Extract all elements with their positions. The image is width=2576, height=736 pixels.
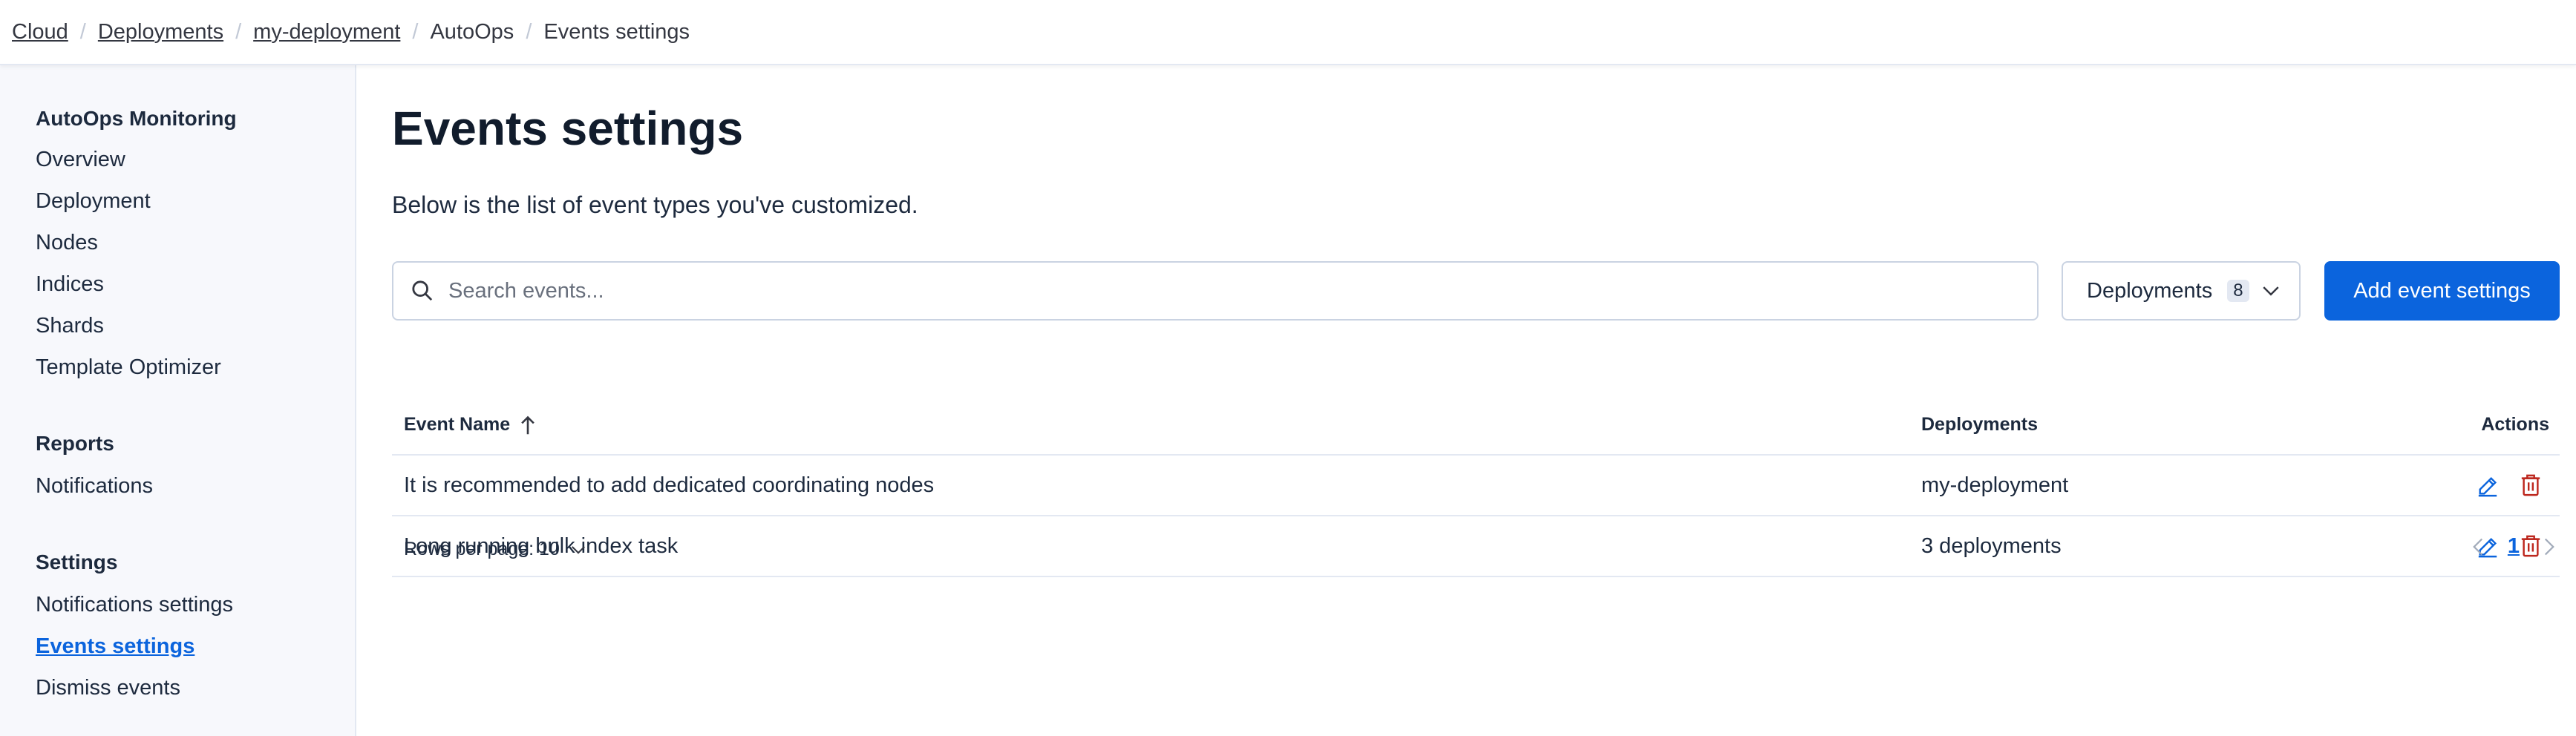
page-subtitle: Below is the list of event types you've … (392, 191, 918, 218)
chevron-left-icon[interactable] (2468, 536, 2488, 557)
breadcrumb-separator: / (526, 19, 532, 44)
sidebar-item-events-settings[interactable]: Events settings (36, 634, 194, 659)
column-header-deployments: Deployments (1921, 414, 2038, 435)
column-header-actions: Actions (2481, 414, 2549, 435)
sidebar-item-template-optimizer[interactable]: Template Optimizer (36, 355, 221, 380)
sidebar-item-notifications-settings[interactable]: Notifications settings (36, 593, 233, 617)
breadcrumb-current: Events settings (543, 19, 690, 44)
column-header-event-name[interactable]: Event Name (404, 414, 537, 436)
search-field[interactable] (392, 261, 2039, 321)
sidebar-nav: AutoOps Monitoring Overview Deployment N… (0, 65, 356, 736)
sidebar-group-settings: Settings (36, 551, 118, 574)
page-number-button[interactable]: 1 (2508, 534, 2520, 559)
pagination: 1 (2468, 534, 2560, 559)
rows-per-page-selector[interactable]: Rows per page: 10 (404, 539, 586, 560)
breadcrumb-autoops: AutoOps (430, 19, 514, 44)
sidebar-group-autoops-monitoring: AutoOps Monitoring (36, 107, 237, 130)
sidebar-item-overview[interactable]: Overview (36, 148, 125, 172)
breadcrumb-separator: / (235, 19, 242, 44)
rows-per-page-label: Rows per page: 10 (404, 539, 560, 559)
chevron-right-icon[interactable] (2539, 536, 2560, 557)
deployments-cell: my-deployment (1921, 473, 2069, 497)
deployments-filter-label: Deployments (2087, 278, 2213, 303)
breadcrumb: Cloud / Deployments / my-deployment / Au… (0, 0, 2576, 65)
add-event-settings-button[interactable]: Add event settings (2324, 261, 2560, 321)
sidebar-item-dismiss-events[interactable]: Dismiss events (36, 676, 180, 700)
breadcrumb-separator: / (79, 19, 86, 44)
sidebar-item-shards[interactable]: Shards (36, 314, 104, 338)
search-input[interactable] (448, 278, 2007, 303)
deployments-cell: 3 deployments (1921, 534, 2062, 558)
main-content: Events settings Below is the list of eve… (392, 65, 2560, 736)
deployments-count-badge: 8 (2227, 280, 2249, 302)
chevron-down-icon (571, 545, 585, 554)
breadcrumb-deployments[interactable]: Deployments (98, 20, 223, 45)
breadcrumb-cloud[interactable]: Cloud (12, 20, 68, 45)
pencil-icon[interactable] (2477, 475, 2499, 497)
table-row: Long running bulk index task 3 deploymen… (392, 516, 2560, 577)
table-row: It is recommended to add dedicated coord… (392, 456, 2560, 516)
chevron-down-icon (2262, 286, 2279, 296)
breadcrumb-my-deployment[interactable]: my-deployment (253, 20, 400, 45)
sidebar-item-notifications[interactable]: Notifications (36, 474, 153, 499)
sidebar-item-indices[interactable]: Indices (36, 272, 104, 297)
page-title: Events settings (392, 102, 744, 155)
event-name-cell: It is recommended to add dedicated coord… (404, 473, 935, 497)
sidebar-group-reports: Reports (36, 432, 114, 455)
breadcrumb-separator: / (412, 19, 419, 44)
deployments-filter-button[interactable]: Deployments 8 (2062, 261, 2301, 321)
table-header: Event Name Deployments Actions (392, 392, 2560, 456)
arrow-up-icon (521, 415, 535, 434)
column-header-event-name-label: Event Name (404, 414, 511, 435)
search-icon (412, 280, 433, 301)
sidebar-item-nodes[interactable]: Nodes (36, 231, 98, 255)
sidebar-item-deployment[interactable]: Deployment (36, 189, 151, 214)
trash-icon[interactable] (2520, 473, 2542, 497)
